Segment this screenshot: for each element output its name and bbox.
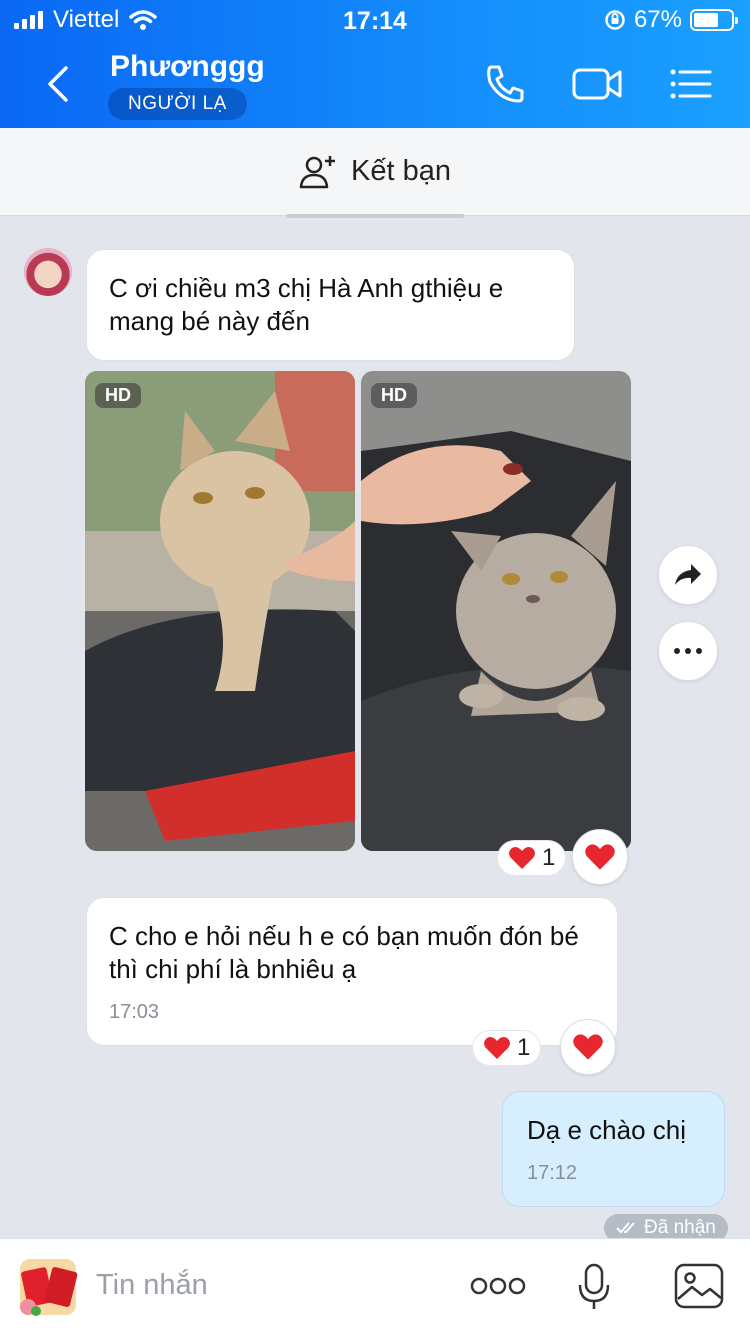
video-call-icon[interactable]: [572, 60, 624, 108]
heart-icon: [573, 1034, 603, 1060]
double-check-icon: [616, 1222, 635, 1234]
message-text: Dạ e chào chị: [527, 1115, 686, 1145]
add-friend-label: Kết bạn: [351, 155, 451, 187]
forward-arrow-icon: [675, 564, 701, 585]
my-message-bubble[interactable]: Dạ e chào chị 17:12: [502, 1091, 725, 1207]
photo-1[interactable]: HD: [85, 371, 355, 851]
reaction-count[interactable]: 1: [472, 1030, 542, 1066]
message-text: C ơi chiều m3 chị Hà Anh gthiệu e mang b…: [109, 273, 504, 336]
heart-icon: [509, 847, 535, 869]
delivery-status-label: Đã nhận: [644, 1217, 716, 1238]
cat-photo-2: [361, 371, 631, 851]
message-time: 17:12: [527, 1162, 578, 1184]
message-bubble[interactable]: C cho e hỏi nếu h e có bạn muốn đón bé t…: [86, 897, 618, 1046]
status-bar: Viettel 17:14 67%: [0, 0, 750, 42]
cat-photo-1: [85, 371, 355, 851]
add-friend-button[interactable]: Kết bạn: [0, 128, 750, 216]
hd-badge: HD: [371, 383, 417, 408]
react-button[interactable]: [572, 829, 628, 885]
message-input[interactable]: Tin nhắn: [96, 1269, 208, 1302]
reaction-count[interactable]: 1: [497, 840, 567, 876]
chat-header: Viettel 17:14 67% Phươnggg NGƯỜI LẠ: [0, 0, 750, 128]
forward-button[interactable]: [658, 545, 718, 605]
heart-icon: [585, 844, 615, 870]
more-options-button[interactable]: [658, 621, 718, 681]
battery-icon: [690, 9, 738, 31]
stranger-badge: NGƯỜI LẠ: [108, 88, 247, 120]
phone-icon[interactable]: [482, 60, 530, 108]
scroll-indicator: [286, 214, 464, 218]
photo-2[interactable]: HD: [361, 371, 631, 851]
image-icon[interactable]: [674, 1263, 724, 1309]
back-icon[interactable]: [40, 62, 80, 106]
menu-list-icon[interactable]: [666, 60, 714, 108]
message-bubble[interactable]: C ơi chiều m3 chị Hà Anh gthiệu e mang b…: [86, 249, 575, 361]
reaction-count-value: 1: [542, 844, 556, 871]
more-icon[interactable]: [470, 1275, 526, 1297]
hd-badge: HD: [95, 383, 141, 408]
contact-avatar[interactable]: [24, 248, 72, 296]
react-button[interactable]: [560, 1019, 616, 1075]
message-time: 17:03: [109, 1001, 160, 1023]
message-input-bar: Tin nhắn: [0, 1238, 750, 1334]
ellipsis-icon: [674, 648, 702, 654]
reaction-count-value: 1: [517, 1034, 531, 1061]
contact-name[interactable]: Phươnggg: [110, 50, 265, 84]
sticker-icon[interactable]: [14, 1255, 82, 1321]
add-friend-icon: [299, 155, 335, 188]
heart-icon: [484, 1037, 510, 1059]
microphone-icon[interactable]: [576, 1263, 612, 1311]
battery-percent: 67%: [633, 6, 682, 33]
message-text: C cho e hỏi nếu h e có bạn muốn đón bé t…: [109, 921, 579, 984]
orientation-lock-icon: [605, 10, 625, 30]
